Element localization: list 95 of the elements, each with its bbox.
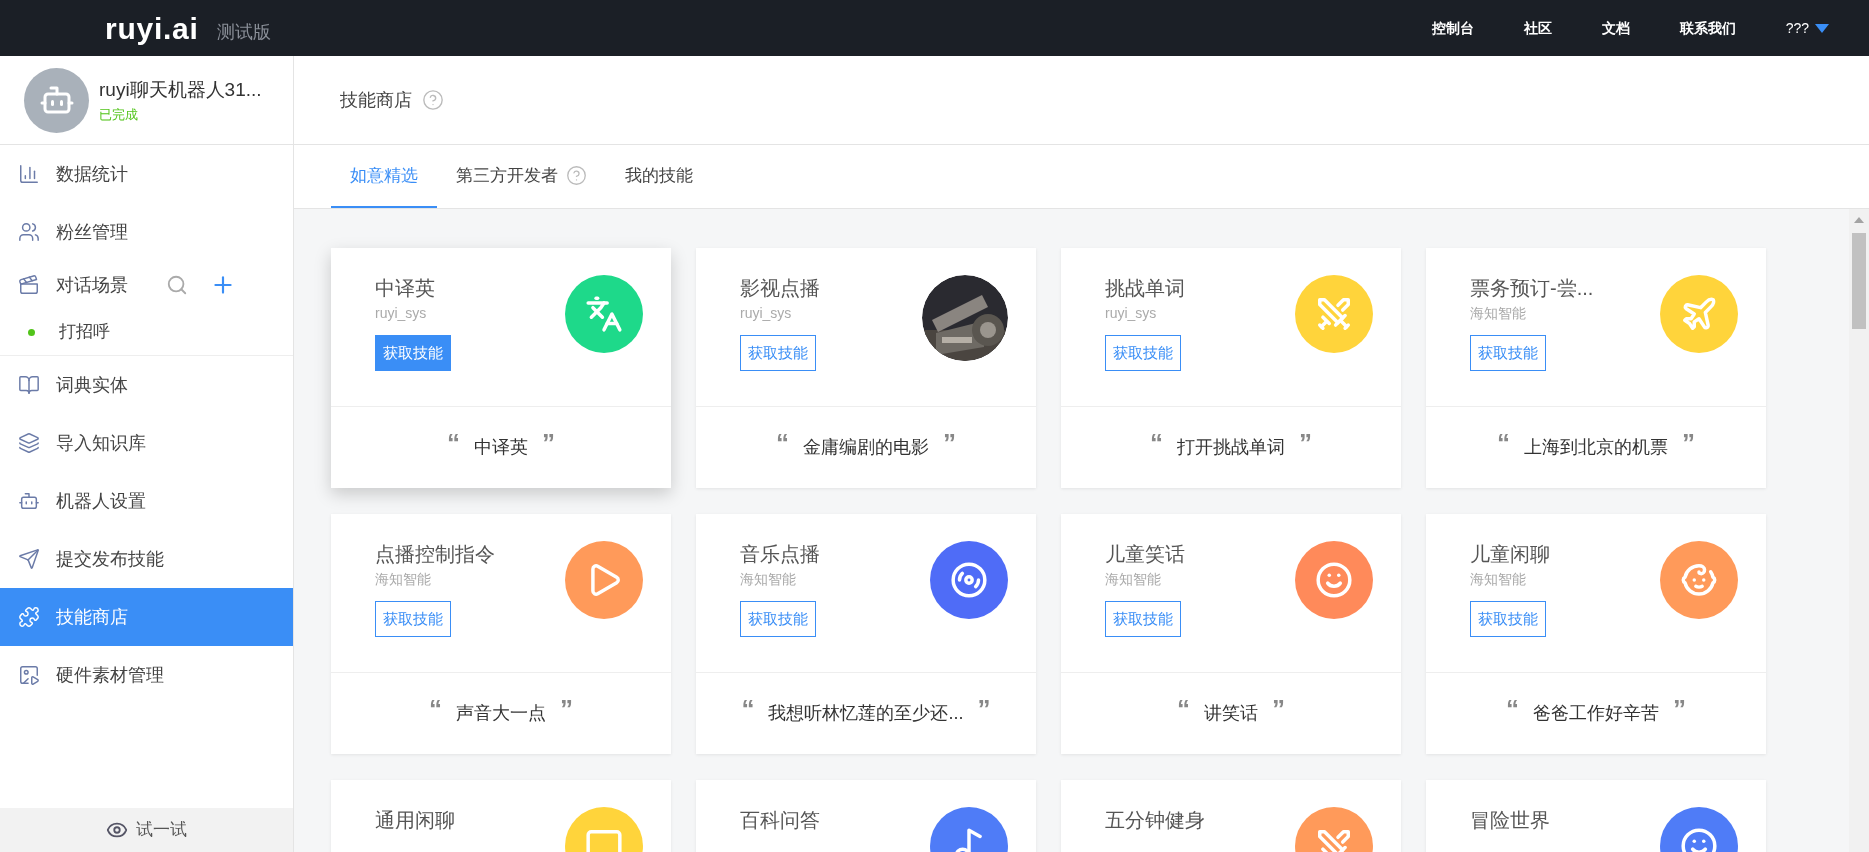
skill-card[interactable]: 挑战单词 ruyi_sys 获取技能 “ 打开挑战单词 ” <box>1061 248 1401 488</box>
sidebar-item[interactable]: 对话场景 <box>0 261 293 309</box>
skill-author: 海知智能 <box>1105 570 1162 589</box>
scene-icon <box>18 274 40 296</box>
skill-title: 通用闲聊 <box>375 808 455 833</box>
skill-author: 海知智能 <box>375 570 432 589</box>
skill-title: 儿童闲聊 <box>1470 542 1550 567</box>
skill-card[interactable]: 儿童闲聊 海知智能 获取技能 “ 爸爸工作好辛苦 ” <box>1426 514 1766 754</box>
close-quote-icon: ” <box>1272 695 1285 722</box>
open-quote-icon: “ <box>776 429 789 456</box>
example-utterance: 金庸编剧的电影 <box>803 436 929 459</box>
sidebar-item[interactable]: 硬件素材管理 <box>0 646 293 704</box>
skill-card[interactable]: 中译英 ruyi_sys 获取技能 “ 中译英 ” <box>331 248 671 488</box>
tab[interactable]: 第三方开发者 <box>437 145 606 208</box>
chart-icon <box>18 163 40 185</box>
sidebar-item[interactable]: 数据统计 <box>0 145 293 203</box>
edition-label: 测试版 <box>216 20 271 44</box>
nav-link[interactable]: 控制台 <box>1431 17 1474 39</box>
sidebar-item[interactable]: 机器人设置 <box>0 472 293 530</box>
skill-title: 百科问答 <box>740 808 820 833</box>
example-utterance: 上海到北京的机票 <box>1524 436 1668 459</box>
book-icon <box>18 374 40 396</box>
skill-card[interactable]: 票务预订-尝... 海知智能 获取技能 “ 上海到北京的机票 ” <box>1426 248 1766 488</box>
scene-label: 打招呼 <box>59 321 110 344</box>
sidebar-item[interactable]: 词典实体 <box>0 356 293 414</box>
open-quote-icon: “ <box>429 695 442 722</box>
open-quote-icon: “ <box>1506 695 1519 722</box>
example-utterance: 讲笑话 <box>1204 702 1258 725</box>
close-quote-icon: ” <box>560 695 573 722</box>
skill-title: 票务预订-尝... <box>1470 276 1594 301</box>
scrollbar[interactable] <box>1849 209 1869 852</box>
open-quote-icon: “ <box>741 695 755 722</box>
sidebar-item[interactable]: 提交发布技能 <box>0 530 293 588</box>
close-quote-icon: ” <box>1673 695 1686 722</box>
try-button[interactable]: 试一试 <box>0 808 293 852</box>
scroll-thumb[interactable] <box>1852 233 1866 329</box>
logo[interactable]: ruyi.ai <box>105 5 199 51</box>
skill-title: 冒险世界 <box>1470 808 1550 833</box>
open-quote-icon: “ <box>447 429 460 456</box>
skill-card[interactable]: 儿童笑话 海知智能 获取技能 “ 讲笑话 ” <box>1061 514 1401 754</box>
skill-title: 中译英 <box>375 276 436 301</box>
scene-item[interactable]: 打招呼 <box>0 309 293 355</box>
skill-card[interactable]: 影视点播 ruyi_sys 获取技能 “ 金庸编剧的电影 ” <box>696 248 1036 488</box>
example-utterance: 打开挑战单词 <box>1177 436 1285 459</box>
skill-title: 影视点播 <box>740 276 820 301</box>
search-icon[interactable] <box>166 274 188 296</box>
skill-card[interactable]: 百科问答 <box>696 780 1036 852</box>
sidebar-item[interactable]: 粉丝管理 <box>0 203 293 261</box>
skill-author: ruyi_sys <box>740 304 793 323</box>
skill-title: 儿童笑话 <box>1105 542 1185 567</box>
skill-author: ruyi_sys <box>1105 304 1158 323</box>
skill-author: 海知智能 <box>740 570 797 589</box>
bot-name: ruyi聊天机器人31... <box>99 78 262 102</box>
example-utterance: 声音大一点 <box>456 702 546 725</box>
skill-title: 点播控制指令 <box>375 542 495 567</box>
close-quote-icon: ” <box>1299 429 1312 456</box>
close-quote-icon: ” <box>1682 429 1695 456</box>
example-utterance: 中译英 <box>474 436 528 459</box>
example-utterance: 我想听林忆莲的至少还... <box>768 702 964 725</box>
help-icon[interactable] <box>566 165 587 186</box>
close-quote-icon: ” <box>542 429 555 456</box>
puzzle-icon <box>18 606 40 628</box>
caret-icon <box>1815 23 1829 33</box>
skill-title: 音乐点播 <box>740 542 820 567</box>
skill-card[interactable]: 点播控制指令 海知智能 获取技能 “ 声音大一点 ” <box>331 514 671 754</box>
sidebar-item[interactable]: 导入知识库 <box>0 414 293 472</box>
skill-card[interactable]: 五分钟健身 <box>1061 780 1401 852</box>
layers-icon <box>18 432 40 454</box>
open-quote-icon: “ <box>1150 429 1163 456</box>
users-icon <box>18 221 40 243</box>
user-menu[interactable]: ??? <box>1785 17 1829 39</box>
nav-link[interactable]: 社区 <box>1523 17 1552 39</box>
open-quote-icon: “ <box>1497 429 1510 456</box>
skill-card[interactable]: 冒险世界 <box>1426 780 1766 852</box>
page-title: 技能商店 <box>340 88 412 112</box>
send-icon <box>18 548 40 570</box>
skill-title: 五分钟健身 <box>1105 808 1205 833</box>
skill-card[interactable]: 通用闲聊 <box>331 780 671 852</box>
bot-status: 已完成 <box>99 105 139 124</box>
skill-title: 挑战单词 <box>1105 276 1185 301</box>
nav-link[interactable]: 文档 <box>1601 17 1630 39</box>
open-quote-icon: “ <box>1177 695 1190 722</box>
close-quote-icon: ” <box>977 695 991 722</box>
skill-author: 海知智能 <box>1470 570 1527 589</box>
skill-author: ruyi_sys <box>375 304 428 323</box>
scroll-up-icon[interactable] <box>1854 217 1864 223</box>
image-icon <box>18 664 40 686</box>
nav-link[interactable]: 联系我们 <box>1679 17 1736 39</box>
skill-card[interactable]: 音乐点播 海知智能 获取技能 “ 我想听林忆莲的至少还... ” <box>696 514 1036 754</box>
skill-author: 海知智能 <box>1470 304 1527 323</box>
example-utterance: 爸爸工作好辛苦 <box>1533 702 1659 725</box>
robot-icon <box>18 490 40 512</box>
close-quote-icon: ” <box>943 429 956 456</box>
tab[interactable]: 我的技能 <box>606 145 712 208</box>
help-icon[interactable] <box>422 89 444 111</box>
